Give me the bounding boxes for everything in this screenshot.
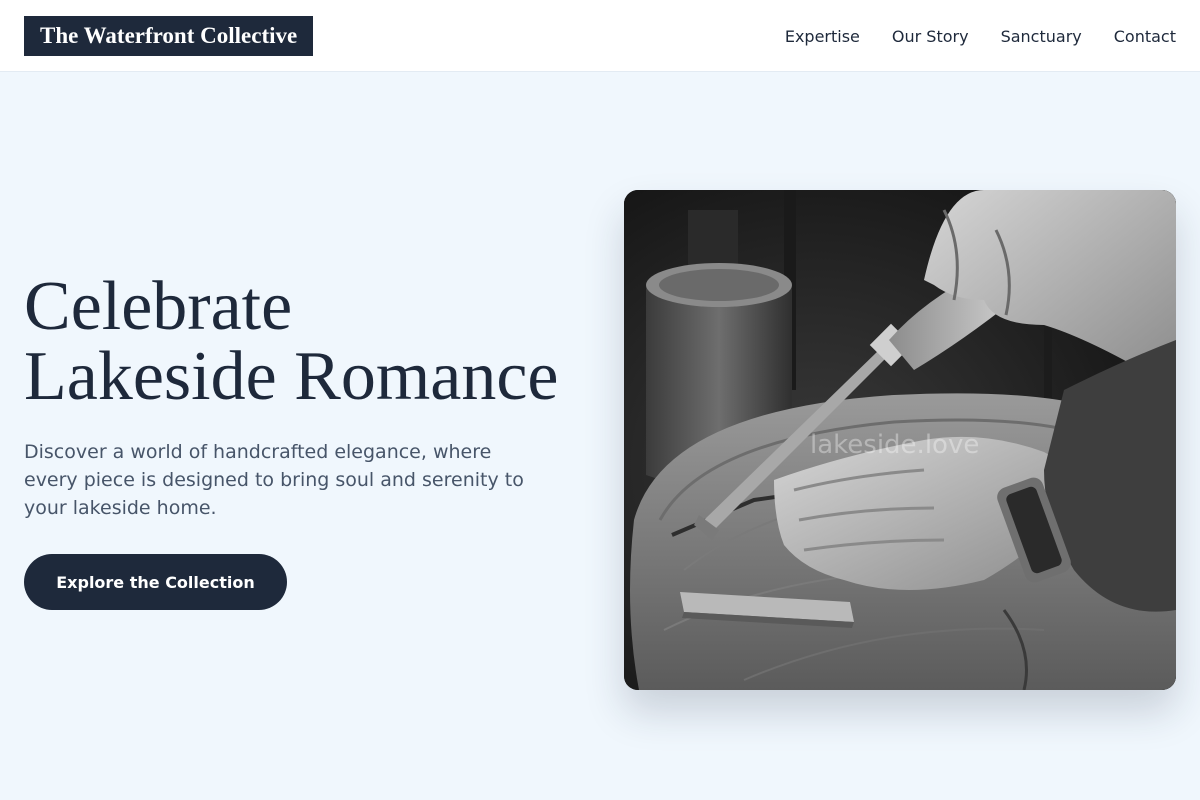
main-nav: Expertise Our Story Sanctuary Contact [785, 0, 1176, 72]
nav-link-sanctuary[interactable]: Sanctuary [1001, 27, 1082, 46]
brand-logo[interactable]: The Waterfront Collective [24, 16, 314, 56]
nav-link-contact[interactable]: Contact [1114, 27, 1176, 46]
hero-subtitle: Discover a world of handcrafted elegance… [24, 441, 524, 519]
site-header: The Waterfront Collective Expertise Our … [0, 0, 1200, 72]
hero-title-line-1: Celebrate [24, 268, 293, 345]
hero-title: Celebrate Lakeside Romance [24, 272, 604, 412]
hero-image: lakeside.love [624, 190, 1176, 690]
explore-collection-button[interactable]: Explore the Collection [24, 554, 287, 610]
nav-link-expertise[interactable]: Expertise [785, 27, 860, 46]
hero-title-line-2: Lakeside Romance [24, 338, 559, 415]
nav-link-our-story[interactable]: Our Story [892, 27, 969, 46]
image-watermark: lakeside.love [810, 430, 980, 460]
